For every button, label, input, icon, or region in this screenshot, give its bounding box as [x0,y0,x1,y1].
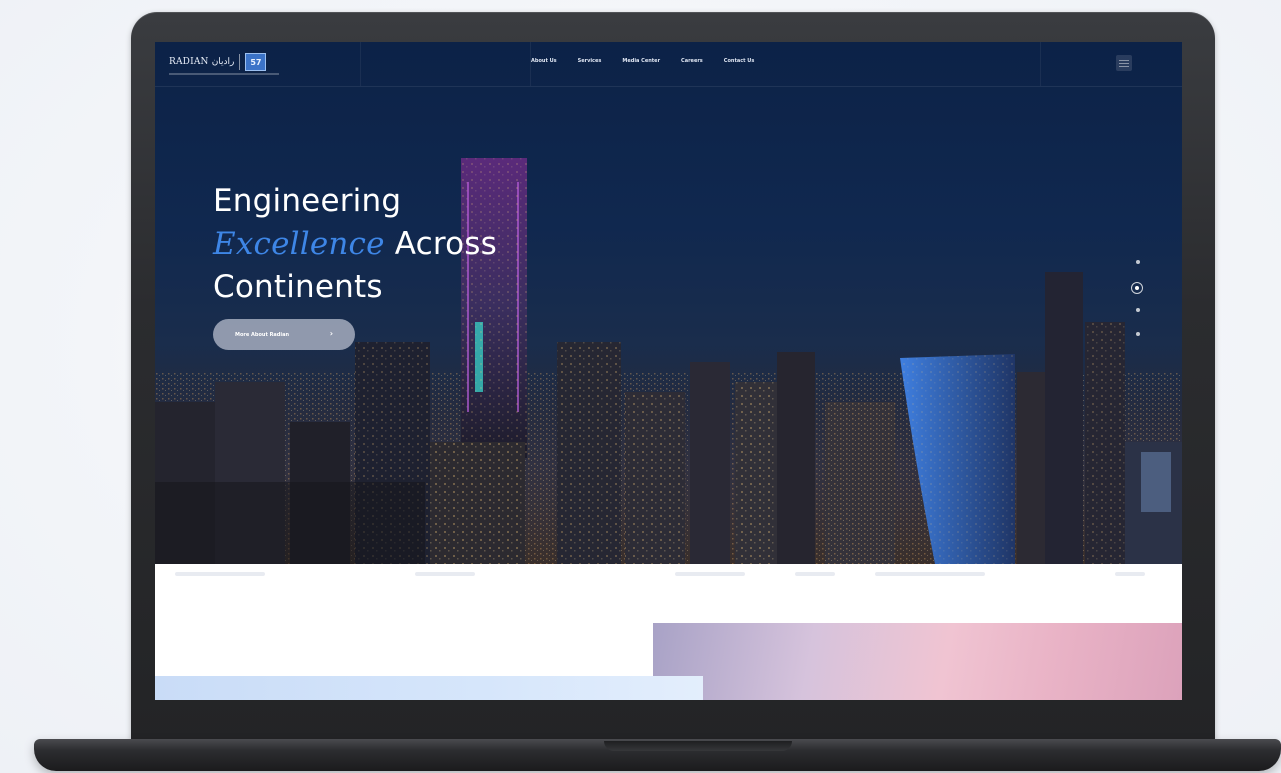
nav-link-media-center[interactable]: Media Center [622,58,660,64]
product-mockup: RADIAN رادیان 57 About Us Services Media… [0,0,1281,773]
slider-pagination [1130,260,1146,340]
headline-line-3: Continents [213,269,383,305]
faint-text-line [415,572,475,576]
faint-text-line [875,572,985,576]
laptop-base [34,739,1281,771]
faint-text-line [795,572,835,576]
nav-links: About Us Services Media Center Careers C… [531,58,775,64]
slide-dot-3[interactable] [1136,308,1140,312]
slide-dot-active[interactable] [1131,282,1143,294]
nav-link-contact-us[interactable]: Contact Us [724,58,755,64]
faint-text-line [675,572,745,576]
more-about-radian-button[interactable]: More About Radian › [213,319,355,350]
logo-tagline [169,73,279,75]
hero-section: RADIAN رادیان 57 About Us Services Media… [155,42,1182,564]
top-navigation: RADIAN رادیان 57 About Us Services Media… [155,42,1182,87]
slide-dot-1[interactable] [1136,260,1140,264]
hero-headline: Engineering Excellence Across Continents [213,180,497,309]
faint-text-line [175,572,265,576]
slide-dot-4[interactable] [1136,332,1140,336]
gradient-image-panel [653,623,1182,700]
cta-label: More About Radian [235,331,290,338]
headline-line-1: Engineering [213,183,402,219]
laptop-screen: RADIAN رادیان 57 About Us Services Media… [155,42,1182,700]
logo-badge-icon: 57 [245,53,267,71]
headline-line-2: Excellence Across [213,223,497,266]
headline-emphasis: Excellence [213,226,385,262]
laptop-hinge-notch [604,741,792,751]
radian-logo[interactable]: RADIAN رادیان 57 [169,53,267,71]
faint-text-line [1115,572,1145,576]
hamburger-menu-icon[interactable] [1116,55,1132,71]
nav-link-about-us[interactable]: About Us [531,58,557,64]
arrow-right-icon: › [329,329,333,338]
nav-link-careers[interactable]: Careers [681,58,703,64]
headline-line-2-rest: Across [384,226,497,262]
logo-divider [239,54,241,70]
nav-link-services[interactable]: Services [578,58,602,64]
blue-gradient-band [155,676,703,700]
logo-wordmark: RADIAN رادیان [169,57,235,67]
